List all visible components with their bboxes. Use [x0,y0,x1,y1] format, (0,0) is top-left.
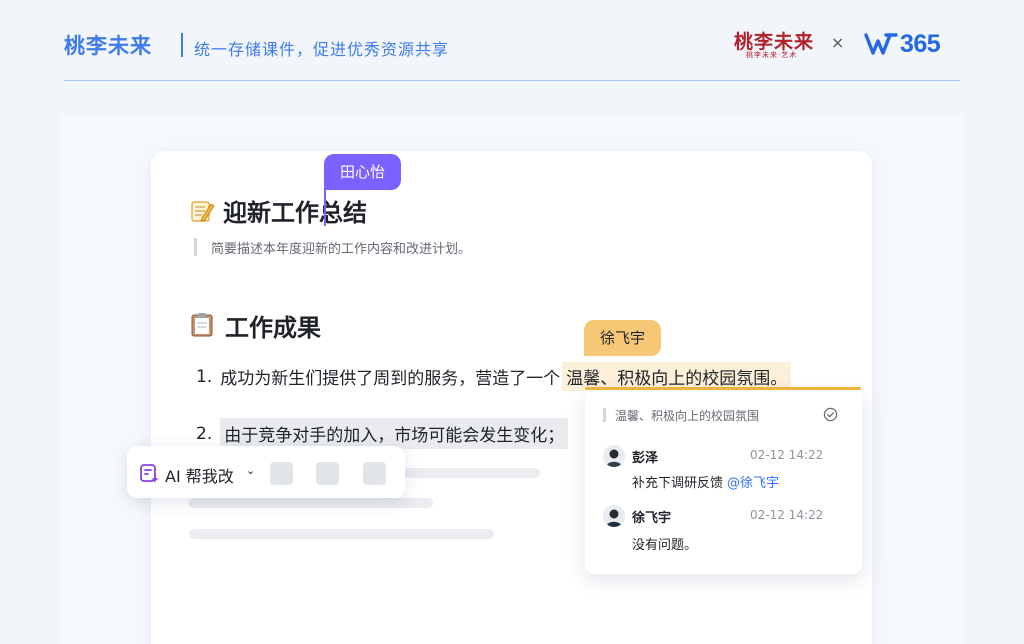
section-title-text: 工作成果 [225,314,321,342]
comment-author: 徐飞宇 [632,511,672,526]
doc-title-text: 迎新工作总结 [223,199,367,227]
quote-bar [194,238,197,256]
comment-text: 没有问题。 [632,538,698,553]
comment-time: 02-12 14:22 [750,448,824,462]
comment-time: 02-12 14:22 [750,508,824,522]
toolbar-button-placeholder[interactable] [270,462,293,485]
comment-quote-bar [603,408,606,422]
toolbar-button-placeholder[interactable] [316,462,339,485]
chevron-down-icon[interactable]: ⌄ [246,464,255,477]
comment-text: 补充下调研反馈 @徐飞宇 [632,472,779,491]
ai-toolbar: AI 帮我改 ⌄ [127,446,405,498]
doc-description[interactable]: 简要描述本年度迎新的工作内容和改进计划。 [211,238,471,257]
times-sign: × [831,33,845,52]
mention-link[interactable]: @徐飞宇 [727,476,779,491]
list-item[interactable]: 2. 由于竞争对手的加入，市场可能会发生变化； [196,418,569,449]
section-title[interactable]: 工作成果 [189,308,321,343]
brand-divider [181,33,183,57]
list-item-number: 1. [196,366,213,387]
memo-icon [189,198,215,224]
w365-number: 365 [900,29,941,58]
placeholder-line [189,498,433,508]
collaborator-cursor-label: 田心怡 [324,154,402,190]
placeholder-line [404,468,540,478]
header-divider [64,80,960,81]
w365-logo: 365 [864,29,941,59]
placeholder-line [189,529,494,539]
collaborator-comment-label: 徐飞宇 [584,320,662,356]
selected-text[interactable]: 由于竞争对手的加入，市场可能会发生变化； [220,418,569,449]
ai-edit-icon[interactable] [138,462,160,484]
ai-rewrite-button[interactable]: AI 帮我改 [165,463,234,487]
comment-author: 彭泽 [632,451,659,466]
w365-w-icon [864,33,898,55]
partner-logo: 桃李未来 桃李未来·艺术 [734,27,813,61]
list-item-number: 2. [196,423,213,444]
comment-card[interactable]: 温馨、积极向上的校园氛围 彭泽 02-12 14:22 补充下调研反馈 @徐飞宇 … [585,390,862,574]
clipboard-icon [189,311,215,341]
doc-title[interactable]: 迎新工作总结 [189,193,367,228]
collaborator-cursor [324,188,326,226]
brand-slogan: 统一存储课件，促进优秀资源共享 [194,40,450,59]
avatar[interactable] [603,505,625,527]
comment-body: 补充下调研反馈 [632,476,724,491]
brand-title: 桃李未来 [64,34,152,58]
resolve-check-icon[interactable] [823,407,838,422]
toolbar-button-placeholder[interactable] [363,462,386,485]
avatar[interactable] [603,445,625,467]
list-item-text: 成功为新生们提供了周到的服务，营造了一个 [220,369,561,389]
partner-logo-subtext: 桃李未来·艺术 [746,51,798,59]
comment-quote: 温馨、积极向上的校园氛围 [615,409,760,423]
app-frame: 桃李未来 统一存储课件，促进优秀资源共享 桃李未来 桃李未来·艺术 × 365 … [0,0,1024,644]
